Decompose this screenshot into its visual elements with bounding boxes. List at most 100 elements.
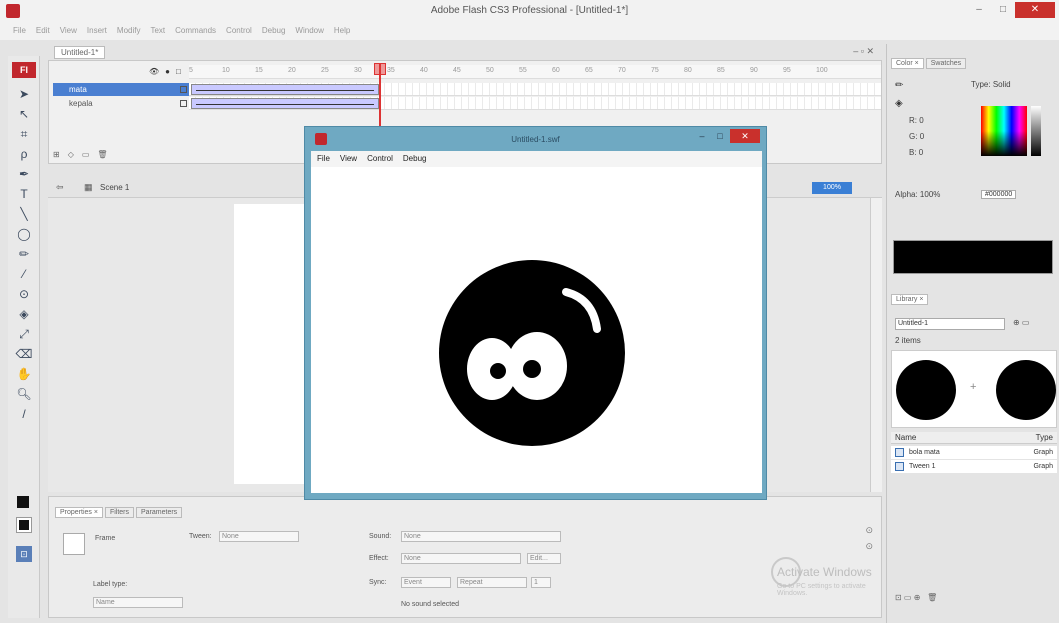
lock-icon[interactable]: ● <box>165 67 170 76</box>
label-type-select[interactable]: Name <box>93 597 183 608</box>
repeat-select[interactable]: Repeat <box>457 577 527 588</box>
menu-commands[interactable]: Commands <box>170 22 221 40</box>
movie-menu-file[interactable]: File <box>317 154 330 164</box>
movie-menu-view[interactable]: View <box>340 154 357 164</box>
movie-content-area[interactable] <box>311 167 762 493</box>
subselection-tool-icon[interactable]: ↖ <box>8 104 40 124</box>
scene-label[interactable]: Scene 1 <box>100 183 129 192</box>
document-tab[interactable]: Untitled-1* <box>54 46 106 59</box>
g-value[interactable]: 0 <box>920 132 924 141</box>
sync-select[interactable]: Event <box>401 577 451 588</box>
movie-title-bar[interactable]: Untitled-1.swf – □ ✕ <box>305 127 766 151</box>
stroke-pencil-icon[interactable]: ✏ <box>895 80 903 91</box>
oval-tool-icon[interactable]: ◯ <box>8 224 40 244</box>
brush-tool-icon[interactable]: ⁄ <box>8 264 40 284</box>
frames-row-kepala[interactable] <box>189 97 881 110</box>
lasso-tool-icon[interactable]: ρ <box>8 144 40 164</box>
stroke-color-swatch[interactable] <box>17 496 29 508</box>
snap-to-objects-icon[interactable]: ⊡ <box>16 546 32 562</box>
outline-icon[interactable]: □ <box>176 67 181 76</box>
menu-help[interactable]: Help <box>329 22 355 40</box>
document-window-controls[interactable]: – ▫ ✕ <box>853 46 874 57</box>
eye-icon[interactable]: 👁︎ <box>149 67 159 76</box>
filters-tab[interactable]: Filters <box>104 507 134 518</box>
motion-tween-span[interactable] <box>191 98 379 109</box>
tween-select[interactable]: None <box>219 531 299 542</box>
stage[interactable] <box>234 204 304 484</box>
help-icon[interactable]: ⊙ <box>865 525 873 536</box>
swatches-tab[interactable]: Swatches <box>925 58 967 69</box>
delete-layer-icon[interactable]: 🗑︎ <box>97 150 107 159</box>
movie-menu-debug[interactable]: Debug <box>403 154 427 164</box>
selection-tool-icon[interactable]: ➤ <box>8 84 40 104</box>
library-document-select[interactable]: Untitled-1 <box>895 318 1005 330</box>
movie-menu-control[interactable]: Control <box>367 154 393 164</box>
fill-bucket-icon[interactable]: ◈ <box>895 98 903 109</box>
library-bottom-buttons[interactable]: ⊡ ▭ ⊕ 🗑︎ <box>895 593 937 602</box>
menu-text[interactable]: Text <box>145 22 170 40</box>
eraser-tool-icon[interactable]: ⌫ <box>8 344 40 364</box>
alpha-value[interactable]: 100% <box>920 190 940 199</box>
collapse-icon[interactable]: ⊙ <box>865 541 873 552</box>
free-transform-tool-icon[interactable]: ⌗ <box>8 124 40 144</box>
text-tool-icon[interactable]: T <box>8 184 40 204</box>
label-type-label: Label type: <box>93 581 128 588</box>
zoom-tool-icon[interactable]: 🔍︎ <box>8 384 40 404</box>
hand-tool-icon[interactable]: ✋ <box>8 364 40 384</box>
vertical-scrollbar[interactable] <box>870 198 882 492</box>
eyedropper-tool-icon[interactable]: ⤢ <box>8 324 40 344</box>
library-tab[interactable]: Library × <box>891 294 929 305</box>
menu-modify[interactable]: Modify <box>112 22 146 40</box>
type-column-header[interactable]: Type <box>1036 433 1053 442</box>
movie-maximize-button[interactable]: □ <box>712 129 728 143</box>
color-spectrum[interactable] <box>981 106 1027 156</box>
stroke-color-icon[interactable]: / <box>8 404 40 424</box>
motion-tween-span[interactable] <box>191 84 379 95</box>
maximize-button[interactable]: □ <box>991 2 1015 18</box>
layer-outline-box[interactable] <box>180 100 187 107</box>
ink-bottle-tool-icon[interactable]: ⊙ <box>8 284 40 304</box>
zoom-field[interactable]: 100% <box>812 182 852 194</box>
layer-row-mata[interactable]: mata <box>53 83 189 96</box>
add-guide-icon[interactable]: ◇ <box>68 150 74 159</box>
paint-bucket-tool-icon[interactable]: ◈ <box>8 304 40 324</box>
type-select[interactable]: Solid <box>993 80 1011 89</box>
insert-layer-icon[interactable]: ⊞ <box>53 150 60 159</box>
menu-insert[interactable]: Insert <box>82 22 112 40</box>
pen-tool-icon[interactable]: ✒ <box>8 164 40 184</box>
hex-field[interactable]: #000000 <box>981 190 1017 199</box>
menu-view[interactable]: View <box>55 22 82 40</box>
edit-button[interactable]: Edit... <box>527 553 561 564</box>
line-tool-icon[interactable]: ╲ <box>8 204 40 224</box>
insert-folder-icon[interactable]: ▭ <box>82 150 90 159</box>
layer-row-kepala[interactable]: kepala <box>53 97 189 110</box>
b-value[interactable]: 0 <box>919 148 923 157</box>
color-tab[interactable]: Color × <box>891 58 924 69</box>
properties-tab[interactable]: Properties × <box>55 507 103 518</box>
menu-control[interactable]: Control <box>221 22 257 40</box>
color-preview-swatch <box>893 240 1053 274</box>
name-column-header[interactable]: Name <box>895 433 916 442</box>
layer-outline-box[interactable] <box>180 86 187 93</box>
minimize-button[interactable]: – <box>967 2 991 18</box>
menu-file[interactable]: File <box>8 22 31 40</box>
r-value[interactable]: 0 <box>919 116 923 125</box>
movie-minimize-button[interactable]: – <box>694 129 710 143</box>
pencil-tool-icon[interactable]: ✏ <box>8 244 40 264</box>
close-button[interactable]: ✕ <box>1015 2 1055 18</box>
menu-window[interactable]: Window <box>290 22 328 40</box>
parameters-tab[interactable]: Parameters <box>136 507 183 518</box>
frames-row-mata[interactable] <box>189 83 881 96</box>
pin-library-icon[interactable]: ⊕ ▭ <box>1013 318 1029 327</box>
fill-color-swatch[interactable] <box>16 517 32 533</box>
menu-edit[interactable]: Edit <box>31 22 55 40</box>
movie-close-button[interactable]: ✕ <box>730 129 760 143</box>
repeat-count-field[interactable]: 1 <box>531 577 551 588</box>
menu-debug[interactable]: Debug <box>257 22 291 40</box>
library-item[interactable]: Tween 1 Graph <box>891 460 1057 473</box>
back-arrow-icon[interactable]: ⇦ <box>56 182 64 193</box>
effect-select[interactable]: None <box>401 553 521 564</box>
sound-select[interactable]: None <box>401 531 561 542</box>
brightness-slider[interactable] <box>1031 106 1041 156</box>
library-item[interactable]: bola mata Graph <box>891 446 1057 459</box>
